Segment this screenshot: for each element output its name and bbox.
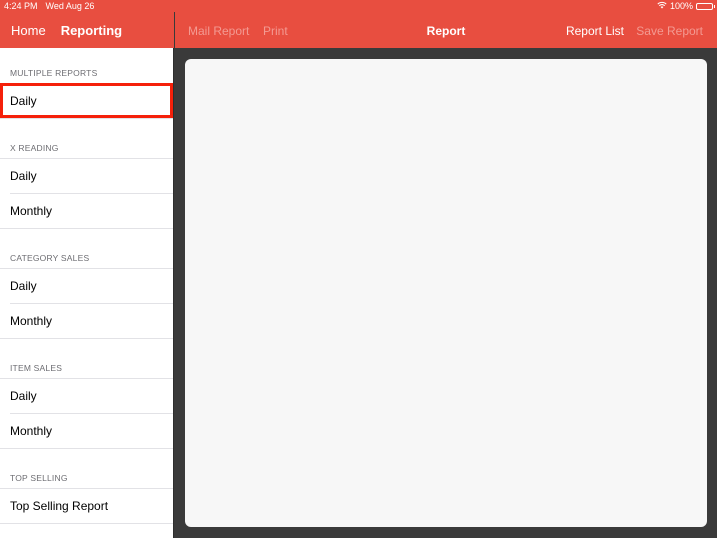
save-report-button[interactable]: Save Report <box>636 24 703 38</box>
section-header: TOP SELLING <box>10 473 68 483</box>
main-nav-bar: Mail Report Print Report Report List Sav… <box>175 12 717 48</box>
section-item-sales: ITEM SALES Daily Monthly <box>0 339 173 449</box>
list-item-category-sales-daily[interactable]: Daily <box>0 268 173 303</box>
status-time: 4:24 PM <box>4 1 38 11</box>
list-item-top-selling-report[interactable]: Top Selling Report <box>0 488 173 523</box>
section-multiple-reports: MULTIPLE REPORTS Daily <box>0 48 173 119</box>
report-list-button[interactable]: Report List <box>566 24 624 38</box>
list-item-x-reading-daily[interactable]: Daily <box>0 158 173 193</box>
section-top-selling: TOP SELLING Top Selling Report <box>0 449 173 524</box>
status-date: Wed Aug 26 <box>45 1 95 11</box>
list-item-item-sales-daily[interactable]: Daily <box>0 378 173 413</box>
section-header: CATEGORY SALES <box>10 253 90 263</box>
wifi-icon <box>657 1 667 11</box>
list-item-category-sales-monthly[interactable]: Monthly <box>0 303 173 338</box>
sidebar-nav-bar: Home Reporting <box>0 12 174 48</box>
section-header: X READING <box>10 143 59 153</box>
screen: Home Reporting MULTIPLE REPORTS Daily X … <box>0 0 717 538</box>
main-panel: Mail Report Print Report Report List Sav… <box>175 0 717 538</box>
sidebar: Home Reporting MULTIPLE REPORTS Daily X … <box>0 0 174 538</box>
list-item-item-sales-monthly[interactable]: Monthly <box>0 413 173 448</box>
battery-icon <box>696 2 715 10</box>
sidebar-title: Reporting <box>60 22 123 38</box>
report-content-area <box>185 59 707 527</box>
list-item-x-reading-monthly[interactable]: Monthly <box>0 193 173 228</box>
report-type-list: MULTIPLE REPORTS Daily X READING Daily M… <box>0 48 173 538</box>
home-button[interactable]: Home <box>11 23 46 38</box>
section-category-sales: CATEGORY SALES Daily Monthly <box>0 229 173 339</box>
section-x-reading: X READING Daily Monthly <box>0 119 173 229</box>
section-header: MULTIPLE REPORTS <box>10 68 98 78</box>
battery-percent: 100% <box>669 1 693 11</box>
list-item-multiple-daily[interactable]: Daily <box>0 83 173 118</box>
section-header: ITEM SALES <box>10 363 63 373</box>
status-bar: 4:24 PM Wed Aug 26 100% <box>0 0 717 12</box>
